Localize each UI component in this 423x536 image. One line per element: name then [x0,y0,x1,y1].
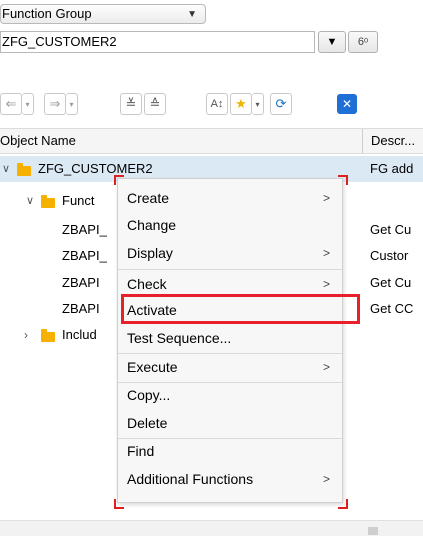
activate-highlight-box [121,294,360,324]
chevron-right-icon: > [322,472,330,486]
menu-item-label: Copy... [127,387,171,403]
chevron-right-icon: > [322,360,330,374]
menu-item-label: Test Sequence... [127,330,232,346]
menu-item-label: Delete [127,415,168,431]
menu-item-label: Check [127,276,167,292]
chevron-down-icon: ▼ [187,9,197,20]
tree-header: Object Name Descr... [0,128,423,154]
favorites-button[interactable]: ★ [230,93,252,115]
refresh-button[interactable]: ⟳ [270,93,292,115]
menu-item-additional-functions[interactable]: Additional Functions > [118,466,344,493]
glasses-icon: 6ᵒ [357,36,369,48]
chevron-right-icon: › [24,328,28,342]
chevron-down-icon: ∨ [26,195,35,207]
focus-corner [338,499,348,509]
tree-row-label: ZBAPI [62,301,100,316]
glasses-display-button[interactable]: 6ᵒ [348,31,378,53]
collapse-all-icon: ≙ [149,96,161,111]
chevron-down-icon: ▾ [69,99,74,109]
scrollbar-thumb[interactable] [368,527,378,535]
menu-item-display[interactable]: Display > [118,240,344,267]
tree-row-desc: FG add [370,161,414,176]
object-type-dropdown[interactable]: Function Group ▼ [0,4,206,24]
chevron-right-icon: > [322,246,330,260]
focus-corner [114,175,124,185]
object-name-input[interactable]: ZFG_CUSTOMER2 [0,31,315,53]
menu-item-label: Change [127,217,177,233]
forward-history-button[interactable]: ▾ [66,93,78,115]
tree-row-label: ZBAPI_ [62,248,107,263]
menu-separator [118,269,342,270]
menu-item-execute[interactable]: Execute > [118,354,344,381]
object-name-dropdown-button[interactable]: ▼ [318,31,346,53]
menu-item-create[interactable]: Create > [118,185,344,212]
chevron-down-icon: ▾ [255,99,260,109]
chevron-right-icon: > [322,191,330,205]
back-arrow-icon: ⇐ [5,96,17,111]
horizontal-scrollbar[interactable] [0,520,423,536]
focus-corner [338,175,348,185]
tree-row-label: Funct [62,193,95,208]
close-icon: ✕ [341,97,353,111]
menu-item-test-sequence[interactable]: Test Sequence... [118,325,344,352]
column-object-name: Object Name [0,133,76,148]
menu-item-label: Display [127,245,173,261]
folder-icon [41,195,55,208]
menu-item-label: Additional Functions [127,471,254,487]
focus-corner [114,499,124,509]
expand-all-icon: ≚ [125,96,137,111]
menu-item-find[interactable]: Find [118,438,344,465]
refresh-icon: ⟳ [275,96,287,111]
chevron-down-icon: ▾ [25,99,30,109]
tree-row-desc: Get Cu [370,275,412,290]
menu-item-copy[interactable]: Copy... [118,382,344,409]
back-history-button[interactable]: ▾ [22,93,34,115]
context-menu: Create > Change Display > Check > Activate … [117,178,343,503]
tree-row-desc: Get CC [370,301,414,316]
forward-arrow-icon: ⇒ [49,96,61,111]
tree-row-desc: Get Cu [370,222,412,237]
back-button[interactable]: ⇐ [0,93,22,115]
object-name-value: ZFG_CUSTOMER2 [2,34,117,49]
folder-icon [17,163,31,176]
close-button[interactable]: ✕ [337,94,357,114]
sort-icon: A↕ [210,98,224,110]
tree-row-desc: Custor [370,248,409,263]
folder-icon [41,329,55,342]
menu-item-delete[interactable]: Delete [118,410,344,437]
menu-item-label: Find [127,443,155,459]
menu-item-label: Execute [127,359,178,375]
chevron-down-icon: ∨ [2,163,11,175]
star-icon: ★ [235,96,247,111]
column-description: Descr... [362,129,415,153]
sort-button[interactable]: A↕ [206,93,228,115]
tree-row-label: ZBAPI_ [62,222,107,237]
forward-button[interactable]: ⇒ [44,93,66,115]
menu-item-change[interactable]: Change [118,212,344,239]
object-type-value: Function Group [2,6,92,21]
menu-item-label: Create [127,190,170,206]
expand-all-button[interactable]: ≚ [120,93,142,115]
tree-row-label: ZBAPI [62,275,100,290]
favorites-menu-button[interactable]: ▾ [252,93,264,115]
chevron-down-icon: ▼ [326,36,338,48]
tree-row-label: Includ [62,327,97,342]
collapse-all-button[interactable]: ≙ [144,93,166,115]
